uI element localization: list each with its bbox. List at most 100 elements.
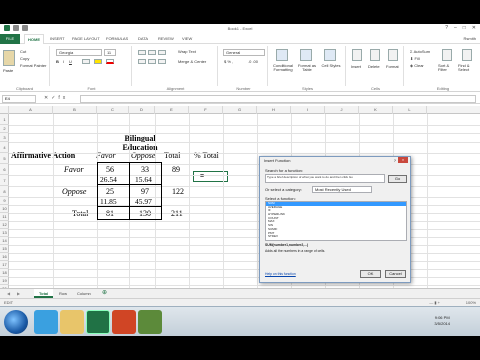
align-center-icon[interactable] xyxy=(148,59,156,64)
paste-icon[interactable] xyxy=(3,50,15,66)
undo-icon[interactable] xyxy=(13,25,19,31)
powerpoint-icon[interactable] xyxy=(112,310,136,334)
function-list-item[interactable]: STDEV xyxy=(266,234,406,239)
cell-favor-favor[interactable]: 56 xyxy=(106,165,114,174)
insert-cells-icon[interactable] xyxy=(352,49,362,61)
name-box[interactable]: E4 xyxy=(2,95,36,103)
go-button[interactable]: Go xyxy=(388,175,407,183)
format-table-icon[interactable] xyxy=(300,49,312,61)
category-select[interactable]: Most Recently Used xyxy=(312,186,372,193)
cell-oppose-total[interactable]: 122 xyxy=(172,187,184,196)
select-all-corner[interactable] xyxy=(0,106,9,114)
row-header-15[interactable]: 15 xyxy=(0,245,9,253)
align-left-icon[interactable] xyxy=(138,59,146,64)
dialog-help-icon[interactable]: ? xyxy=(394,158,396,163)
column-header-c[interactable]: C xyxy=(97,106,129,114)
find-select-icon[interactable] xyxy=(462,49,472,61)
column-header-e[interactable]: E xyxy=(155,106,189,114)
wrap-text-button[interactable]: Wrap Text xyxy=(178,49,196,54)
format-painter-button[interactable]: Format Painter xyxy=(20,63,46,68)
column-header-h[interactable]: H xyxy=(257,106,291,114)
borders-icon[interactable] xyxy=(82,59,90,64)
merge-center-button[interactable]: Merge & Center xyxy=(178,59,206,64)
user-name[interactable]: Rsmith xyxy=(464,36,476,41)
zoom-slider-icon[interactable]: — ▮ + xyxy=(429,300,440,305)
insert-button[interactable]: Insert xyxy=(351,64,361,69)
function-list[interactable]: SUM AVERAGE IF HYPERLINK COUNT MAX SIN SUMIF PMT… xyxy=(265,201,407,241)
row-header-2[interactable]: 2 xyxy=(0,125,9,133)
font-name-select[interactable]: Georgia xyxy=(56,49,102,56)
cell-oppose-oppose[interactable]: 97 xyxy=(141,187,149,196)
paste-label[interactable]: Paste xyxy=(3,68,13,73)
underline-button[interactable]: U xyxy=(69,59,72,64)
dialog-close-icon[interactable]: × xyxy=(398,157,408,163)
cell-favor-total[interactable]: 89 xyxy=(172,165,180,174)
row-header-1[interactable]: 1 xyxy=(0,114,9,125)
cell-styles-button[interactable]: Cell Styles xyxy=(320,64,342,68)
zoom-level[interactable]: 100% xyxy=(466,300,476,305)
column-header-i[interactable]: I xyxy=(291,106,325,114)
tab-formulas[interactable]: FORMULAS xyxy=(106,36,128,41)
sheet-tab-row[interactable]: Row xyxy=(54,289,72,298)
column-header-b[interactable]: B xyxy=(53,106,97,114)
tab-view[interactable]: VIEW xyxy=(182,36,192,41)
autosum-button[interactable]: Σ AutoSum xyxy=(410,49,430,54)
row-header-18[interactable]: 18 xyxy=(0,269,9,277)
clear-button[interactable]: ◈ Clear xyxy=(410,63,424,68)
column-header-f[interactable]: F xyxy=(189,106,223,114)
row-header-6[interactable]: 6 xyxy=(0,164,9,175)
bold-button[interactable]: B xyxy=(56,59,59,64)
tab-insert[interactable]: INSERT xyxy=(50,36,65,41)
align-top-icon[interactable] xyxy=(138,50,146,55)
row-favor[interactable]: Favor xyxy=(64,165,84,174)
add-sheet-icon[interactable]: ⊕ xyxy=(97,289,112,298)
align-right-icon[interactable] xyxy=(158,59,166,64)
function-search-input[interactable]: Type a brief description of what you wan… xyxy=(265,174,385,183)
align-middle-icon[interactable] xyxy=(148,50,156,55)
sheet-nav-next-icon[interactable]: ▶ xyxy=(12,289,25,298)
italic-button[interactable]: I xyxy=(63,59,64,64)
row-header-3[interactable]: 3 xyxy=(0,133,9,142)
cancel-button[interactable]: Cancel xyxy=(385,270,406,278)
fill-button[interactable]: ⬇ Fill xyxy=(410,56,420,61)
delete-cells-icon[interactable] xyxy=(370,49,380,61)
row-header-8[interactable]: 8 xyxy=(0,186,9,197)
sort-filter-icon[interactable] xyxy=(442,49,452,61)
insert-function-dialog[interactable]: Insert Function ? × Search for a functio… xyxy=(259,156,411,283)
delete-button[interactable]: Delete xyxy=(368,64,380,69)
row-oppose[interactable]: Oppose xyxy=(62,187,86,196)
sheet-tab-total[interactable]: Total xyxy=(34,289,54,298)
cell-oppose-favor[interactable]: 25 xyxy=(106,187,114,196)
app-icon[interactable] xyxy=(138,310,162,334)
row-header-17[interactable]: 17 xyxy=(0,261,9,269)
system-clock[interactable]: 9:06 PM 3/5/2014 xyxy=(434,315,450,327)
row-header-14[interactable]: 14 xyxy=(0,237,9,245)
column-header-d[interactable]: D xyxy=(129,106,155,114)
row-header-9[interactable]: 9 xyxy=(0,197,9,205)
conditional-formatting-button[interactable]: Conditional Formatting xyxy=(271,64,295,72)
decimal-icon[interactable]: .0 .00 xyxy=(248,59,258,64)
column-header-a[interactable]: A xyxy=(9,106,53,114)
save-icon[interactable] xyxy=(4,25,10,31)
orientation-icon[interactable] xyxy=(158,50,166,55)
row-header-10[interactable]: 10 xyxy=(0,205,9,213)
row-header-4[interactable]: 4 xyxy=(0,142,9,153)
copy-button[interactable]: Copy xyxy=(20,56,29,61)
explorer-icon[interactable] xyxy=(60,310,84,334)
tab-review[interactable]: REVIEW xyxy=(158,36,174,41)
row-header-7[interactable]: 7 xyxy=(0,175,9,186)
tab-page-layout[interactable]: PAGE LAYOUT xyxy=(72,36,100,41)
help-link[interactable]: Help on this function xyxy=(265,272,296,276)
tab-data[interactable]: DATA xyxy=(138,36,148,41)
sheet-tab-column[interactable]: Column xyxy=(72,289,96,298)
maximize-icon[interactable]: □ xyxy=(463,25,466,31)
row-header-12[interactable]: 12 xyxy=(0,221,9,229)
row-header-13[interactable]: 13 xyxy=(0,229,9,237)
row-header-19[interactable]: 19 xyxy=(0,277,9,285)
font-color-icon[interactable] xyxy=(106,59,114,64)
fill-color-icon[interactable] xyxy=(94,59,102,64)
font-size-select[interactable]: 11 xyxy=(104,49,116,56)
column-header-l[interactable]: L xyxy=(393,106,427,114)
row-header-5[interactable]: 5 xyxy=(0,153,9,164)
column-header-j[interactable]: J xyxy=(325,106,359,114)
